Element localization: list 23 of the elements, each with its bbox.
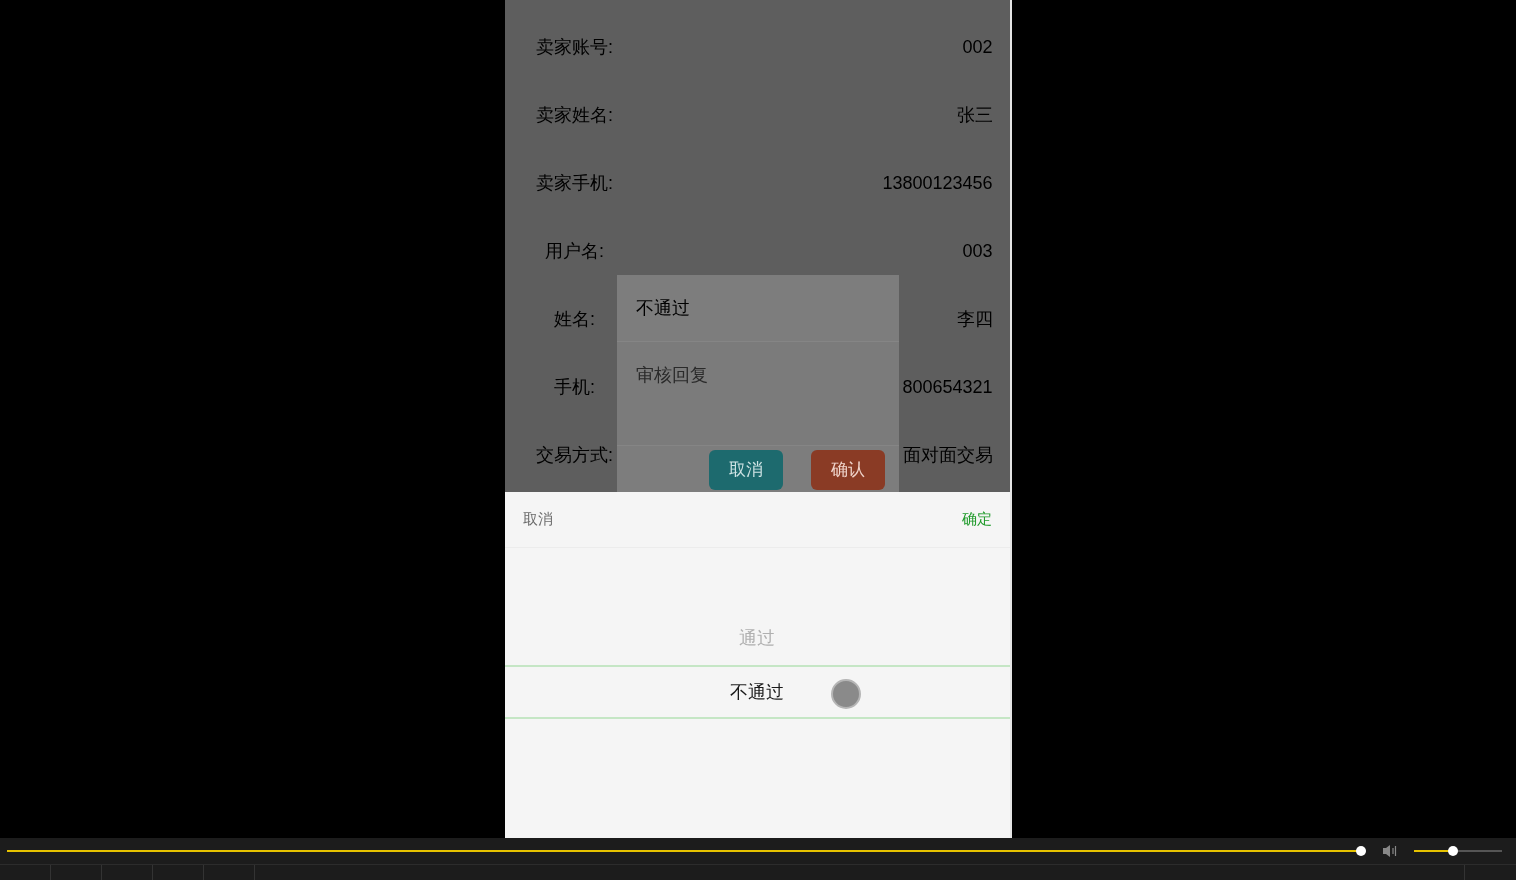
progress-thumb[interactable] (1355, 846, 1366, 856)
field-value: 800654321 (902, 375, 993, 399)
speaker-icon[interactable] (1382, 844, 1398, 858)
picker-cancel-button[interactable]: 取消 (522, 508, 553, 531)
touch-indicator-icon (830, 679, 861, 709)
field-label: 卖家姓名: (535, 103, 614, 127)
field-value: 李四 (956, 307, 993, 331)
field-label: 手机: (553, 375, 596, 399)
field-label: 用户名: (544, 239, 605, 263)
field-label: 卖家账号: (535, 35, 614, 59)
field-label: 卖家手机: (535, 171, 614, 195)
field-label: 交易方式: (535, 443, 614, 467)
field-value: 002 (962, 35, 993, 59)
field-value: 003 (962, 239, 993, 263)
cancel-button[interactable]: 取消 (708, 450, 783, 490)
field-value: 13800123456 (882, 171, 993, 195)
field-value: 张三 (956, 103, 993, 127)
volume-thumb[interactable] (1447, 846, 1458, 856)
field-value: 面对面交易 (902, 443, 993, 467)
picker-confirm-button[interactable]: 确定 (961, 508, 992, 531)
picker-option[interactable]: 不通过 (504, 665, 1010, 719)
field-label: 姓名: (553, 307, 596, 331)
confirm-button[interactable]: 确认 (810, 450, 885, 490)
